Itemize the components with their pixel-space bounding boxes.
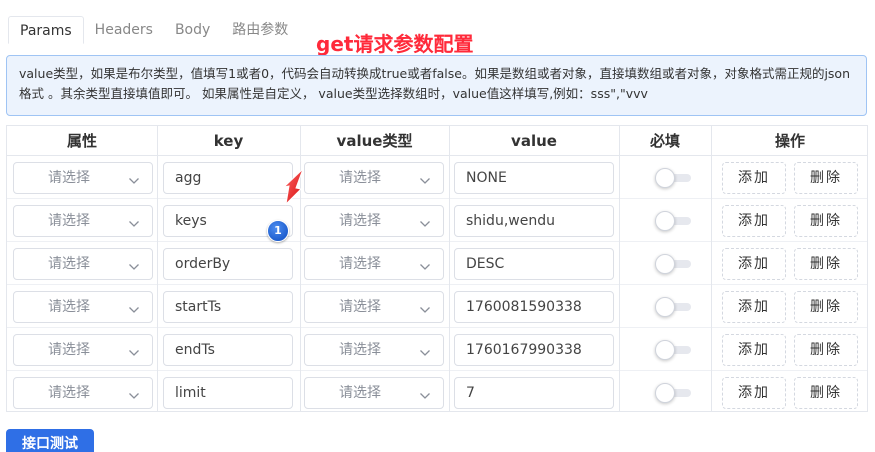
select-placeholder: 请选择 xyxy=(339,342,381,358)
delete-row-button[interactable]: 删除 xyxy=(794,248,858,280)
add-row-button[interactable]: 添加 xyxy=(722,334,786,366)
key-input[interactable]: startTs xyxy=(163,291,293,323)
select-placeholder: 请选择 xyxy=(48,256,90,272)
delete-row-button[interactable]: 删除 xyxy=(794,334,858,366)
chevron-down-icon xyxy=(419,172,431,184)
required-toggle[interactable] xyxy=(655,340,693,360)
table-row: 请选择 keys 请选择 shidu,wendu 添加 删除 xyxy=(7,199,867,242)
tab-route-params[interactable]: 路由参数 xyxy=(221,16,299,44)
chevron-down-icon xyxy=(128,301,140,313)
key-input[interactable]: orderBy xyxy=(163,248,293,280)
table-row: 请选择 endTs 请选择 1760167990338 添加 删除 xyxy=(7,328,867,371)
select-placeholder: 请选择 xyxy=(339,256,381,272)
value-type-select[interactable]: 请选择 xyxy=(304,291,444,323)
chevron-down-icon xyxy=(128,215,140,227)
required-toggle[interactable] xyxy=(655,297,693,317)
step-marker-badge: 1 xyxy=(267,220,289,242)
table-row: 请选择 limit 请选择 7 添加 删除 xyxy=(7,371,867,414)
value-type-select[interactable]: 请选择 xyxy=(304,377,444,409)
add-row-button[interactable]: 添加 xyxy=(722,162,786,194)
tab-headers[interactable]: Headers xyxy=(84,16,164,44)
params-table: 属性 key value类型 value 必填 操作 请选择 agg 请选择 NONE… xyxy=(6,125,868,412)
column-header-value-type: value类型 xyxy=(336,132,413,150)
value-input[interactable]: 7 xyxy=(454,377,614,409)
value-input[interactable]: DESC xyxy=(454,248,614,280)
toggle-knob xyxy=(655,211,675,231)
info-alert: value类型，如果是布尔类型，值填写1或者0，代码会自动转换成true或者fa… xyxy=(6,55,867,116)
add-row-button[interactable]: 添加 xyxy=(722,377,786,409)
chevron-down-icon xyxy=(419,301,431,313)
table-header: 属性 key value类型 value 必填 操作 xyxy=(7,126,867,156)
value-type-select[interactable]: 请选择 xyxy=(304,162,444,194)
column-divider xyxy=(449,126,450,411)
select-placeholder: 请选择 xyxy=(48,342,90,358)
delete-row-button[interactable]: 删除 xyxy=(794,291,858,323)
toggle-knob xyxy=(655,297,675,317)
attribute-select[interactable]: 请选择 xyxy=(13,205,153,237)
key-input[interactable]: agg xyxy=(163,162,293,194)
column-divider xyxy=(157,126,158,411)
required-toggle[interactable] xyxy=(655,211,693,231)
value-input[interactable]: NONE xyxy=(454,162,614,194)
value-type-select[interactable]: 请选择 xyxy=(304,248,444,280)
toggle-knob xyxy=(655,340,675,360)
chevron-down-icon xyxy=(419,215,431,227)
column-header-value: value xyxy=(511,132,557,150)
select-placeholder: 请选择 xyxy=(339,385,381,401)
attribute-select[interactable]: 请选择 xyxy=(13,248,153,280)
delete-row-button[interactable]: 删除 xyxy=(794,162,858,194)
value-type-select[interactable]: 请选择 xyxy=(304,334,444,366)
attribute-select[interactable]: 请选择 xyxy=(13,334,153,366)
chevron-down-icon xyxy=(419,258,431,270)
column-header-attribute: 属性 xyxy=(66,132,97,150)
attribute-select[interactable]: 请选择 xyxy=(13,377,153,409)
test-api-button[interactable]: 接口测试 xyxy=(6,429,94,452)
key-input[interactable]: limit xyxy=(163,377,293,409)
column-divider xyxy=(711,126,712,411)
add-row-button[interactable]: 添加 xyxy=(722,205,786,237)
chevron-down-icon xyxy=(419,387,431,399)
chevron-down-icon xyxy=(128,172,140,184)
delete-row-button[interactable]: 删除 xyxy=(794,377,858,409)
table-row: 请选择 orderBy 请选择 DESC 添加 删除 xyxy=(7,242,867,285)
delete-row-button[interactable]: 删除 xyxy=(794,205,858,237)
select-placeholder: 请选择 xyxy=(48,385,90,401)
select-placeholder: 请选择 xyxy=(339,170,381,186)
value-input[interactable]: shidu,wendu xyxy=(454,205,614,237)
attribute-select[interactable]: 请选择 xyxy=(13,291,153,323)
value-type-select[interactable]: 请选择 xyxy=(304,205,444,237)
toggle-knob xyxy=(655,254,675,274)
required-toggle[interactable] xyxy=(655,168,693,188)
chevron-down-icon xyxy=(419,344,431,356)
toggle-knob xyxy=(655,168,675,188)
red-arrow-icon xyxy=(282,168,304,206)
tab-bar: Params Headers Body 路由参数 xyxy=(8,16,299,44)
chevron-down-icon xyxy=(128,344,140,356)
required-toggle[interactable] xyxy=(655,383,693,403)
chevron-down-icon xyxy=(128,258,140,270)
key-input[interactable]: endTs xyxy=(163,334,293,366)
select-placeholder: 请选择 xyxy=(48,299,90,315)
table-row: 请选择 startTs 请选择 1760081590338 添加 删除 xyxy=(7,285,867,328)
add-row-button[interactable]: 添加 xyxy=(722,291,786,323)
select-placeholder: 请选择 xyxy=(48,213,90,229)
tab-body[interactable]: Body xyxy=(164,16,221,44)
annotation-label: get请求参数配置 xyxy=(316,32,474,56)
toggle-knob xyxy=(655,383,675,403)
add-row-button[interactable]: 添加 xyxy=(722,248,786,280)
tab-params[interactable]: Params xyxy=(8,16,84,44)
required-toggle[interactable] xyxy=(655,254,693,274)
column-header-actions: 操作 xyxy=(774,132,805,150)
select-placeholder: 请选择 xyxy=(339,299,381,315)
column-header-key: key xyxy=(213,132,244,150)
select-placeholder: 请选择 xyxy=(339,213,381,229)
value-input[interactable]: 1760081590338 xyxy=(454,291,614,323)
column-header-required: 必填 xyxy=(649,132,680,150)
chevron-down-icon xyxy=(128,387,140,399)
column-divider xyxy=(619,126,620,411)
table-row: 请选择 agg 请选择 NONE 添加 删除 xyxy=(7,156,867,199)
select-placeholder: 请选择 xyxy=(48,170,90,186)
value-input[interactable]: 1760167990338 xyxy=(454,334,614,366)
attribute-select[interactable]: 请选择 xyxy=(13,162,153,194)
